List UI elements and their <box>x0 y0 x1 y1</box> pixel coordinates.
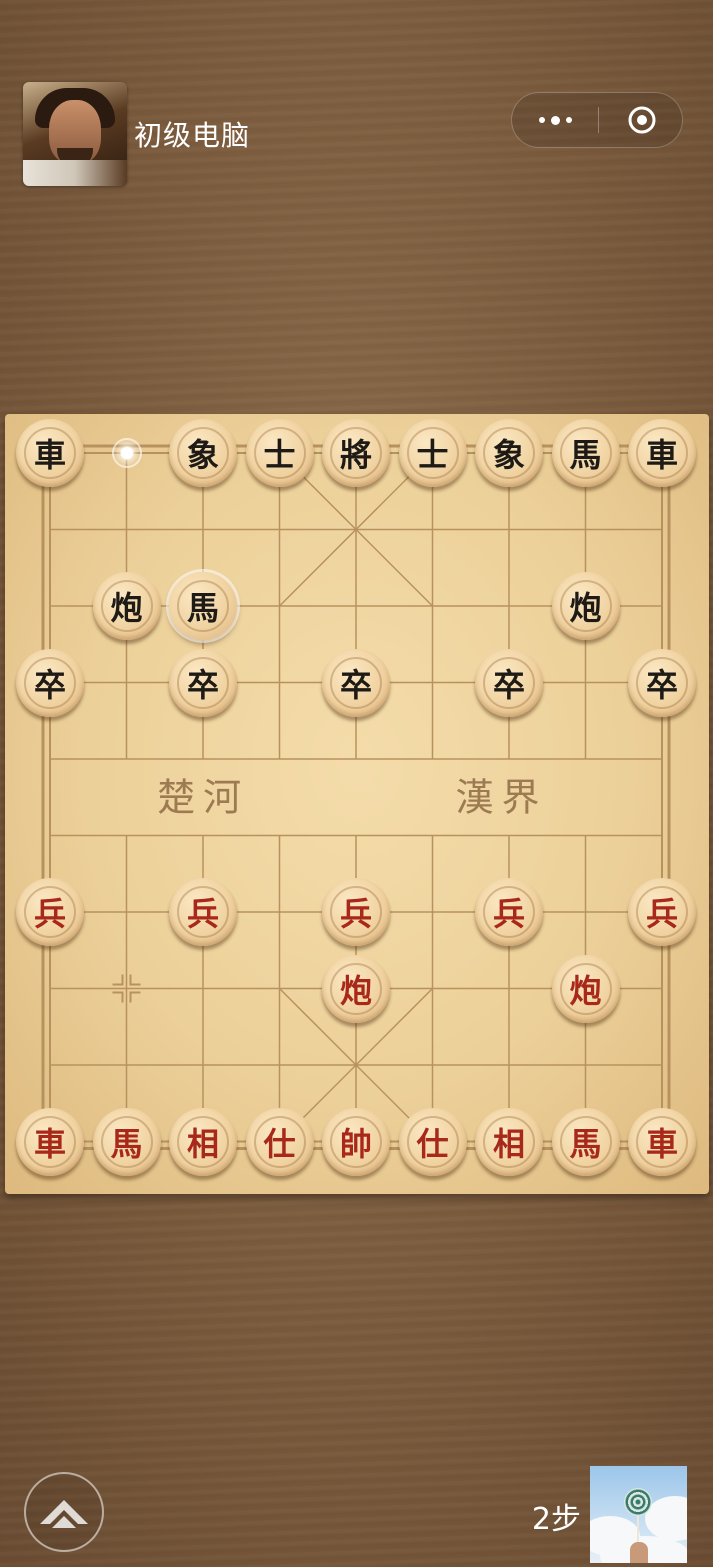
black-piece[interactable]: 車 <box>16 419 84 487</box>
piece-label: 馬 <box>100 1115 153 1168</box>
piece-label: 卒 <box>177 656 229 709</box>
piece-label: 卒 <box>483 656 535 709</box>
opponent-avatar[interactable] <box>23 82 127 186</box>
step-counter: 2步 <box>531 1502 581 1537</box>
red-piece[interactable]: 兵 <box>322 878 390 946</box>
piece-label: 馬 <box>559 1115 612 1168</box>
river-label-right: 漢界 <box>455 775 547 819</box>
piece-label: 士 <box>253 427 306 479</box>
red-piece[interactable]: 兵 <box>475 878 543 946</box>
black-piece[interactable]: 卒 <box>169 648 237 717</box>
target-circle-icon[interactable] <box>627 105 657 135</box>
black-piece[interactable]: 卒 <box>16 648 84 717</box>
black-piece[interactable]: 馬 <box>551 419 620 487</box>
piece-label: 車 <box>636 427 688 479</box>
black-piece[interactable]: 炮 <box>92 572 161 640</box>
red-piece[interactable]: 兵 <box>169 878 237 946</box>
black-piece[interactable]: 將 <box>322 419 390 487</box>
piece-label: 卒 <box>636 656 688 709</box>
red-piece[interactable]: 炮 <box>322 954 390 1023</box>
piece-label: 兵 <box>636 886 688 938</box>
red-piece[interactable]: 相 <box>475 1107 543 1176</box>
piece-label: 象 <box>483 427 535 479</box>
piece-label: 帥 <box>330 1115 382 1168</box>
black-piece[interactable]: 象 <box>169 419 237 487</box>
mini-program-capsule <box>511 92 683 148</box>
opponent-name: 初级电脑 <box>134 119 251 152</box>
black-piece[interactable]: 卒 <box>322 648 390 717</box>
red-piece[interactable]: 馬 <box>551 1107 620 1176</box>
piece-label: 兵 <box>330 886 382 938</box>
chess-board[interactable]: 楚河 漢界 車象士將士象馬車炮馬炮卒卒卒卒卒兵兵兵兵兵炮炮車馬相仕帥仕相馬車 <box>5 414 709 1194</box>
piece-label: 馬 <box>177 580 229 632</box>
red-piece[interactable]: 炮 <box>551 954 620 1023</box>
black-piece[interactable]: 象 <box>475 419 543 487</box>
red-piece[interactable]: 兵 <box>628 878 696 946</box>
more-dots-icon[interactable] <box>512 93 598 147</box>
red-piece[interactable]: 兵 <box>16 878 84 946</box>
piece-label: 炮 <box>559 580 612 632</box>
river-label-left: 楚河 <box>157 775 249 819</box>
red-piece[interactable]: 仕 <box>245 1107 314 1176</box>
black-piece[interactable]: 馬 <box>169 572 237 640</box>
black-piece[interactable]: 士 <box>398 419 467 487</box>
piece-label: 兵 <box>177 886 229 938</box>
piece-label: 卒 <box>24 656 76 709</box>
piece-label: 炮 <box>330 962 382 1015</box>
black-piece[interactable]: 炮 <box>551 572 620 640</box>
piece-label: 象 <box>177 427 229 479</box>
last-move-origin-marker[interactable] <box>111 438 142 468</box>
piece-label: 仕 <box>253 1115 306 1168</box>
piece-label: 車 <box>636 1115 688 1168</box>
red-piece[interactable]: 帥 <box>322 1107 390 1176</box>
home-button[interactable] <box>24 1472 104 1552</box>
piece-label: 炮 <box>559 962 612 1015</box>
piece-label: 馬 <box>559 427 612 479</box>
piece-label: 車 <box>24 1115 76 1168</box>
black-piece[interactable]: 卒 <box>475 648 543 717</box>
home-up-arrow-icon <box>40 1500 88 1528</box>
red-piece[interactable]: 相 <box>169 1107 237 1176</box>
red-piece[interactable]: 車 <box>628 1107 696 1176</box>
piece-label: 將 <box>330 427 382 479</box>
red-piece[interactable]: 馬 <box>92 1107 161 1176</box>
red-piece[interactable]: 車 <box>16 1107 84 1176</box>
red-piece[interactable]: 仕 <box>398 1107 467 1176</box>
black-piece[interactable]: 卒 <box>628 648 696 717</box>
piece-label: 相 <box>483 1115 535 1168</box>
piece-label: 相 <box>177 1115 229 1168</box>
black-piece[interactable]: 士 <box>245 419 314 487</box>
piece-label: 兵 <box>24 886 76 938</box>
piece-label: 仕 <box>406 1115 459 1168</box>
capsule-divider <box>598 107 599 133</box>
piece-label: 兵 <box>483 886 535 938</box>
player-avatar[interactable] <box>590 1466 687 1563</box>
black-piece[interactable]: 車 <box>628 419 696 487</box>
piece-label: 車 <box>24 427 76 479</box>
board-grid: 楚河 漢界 <box>41 444 671 1150</box>
piece-label: 卒 <box>330 656 382 709</box>
piece-label: 士 <box>406 427 459 479</box>
piece-label: 炮 <box>100 580 153 632</box>
